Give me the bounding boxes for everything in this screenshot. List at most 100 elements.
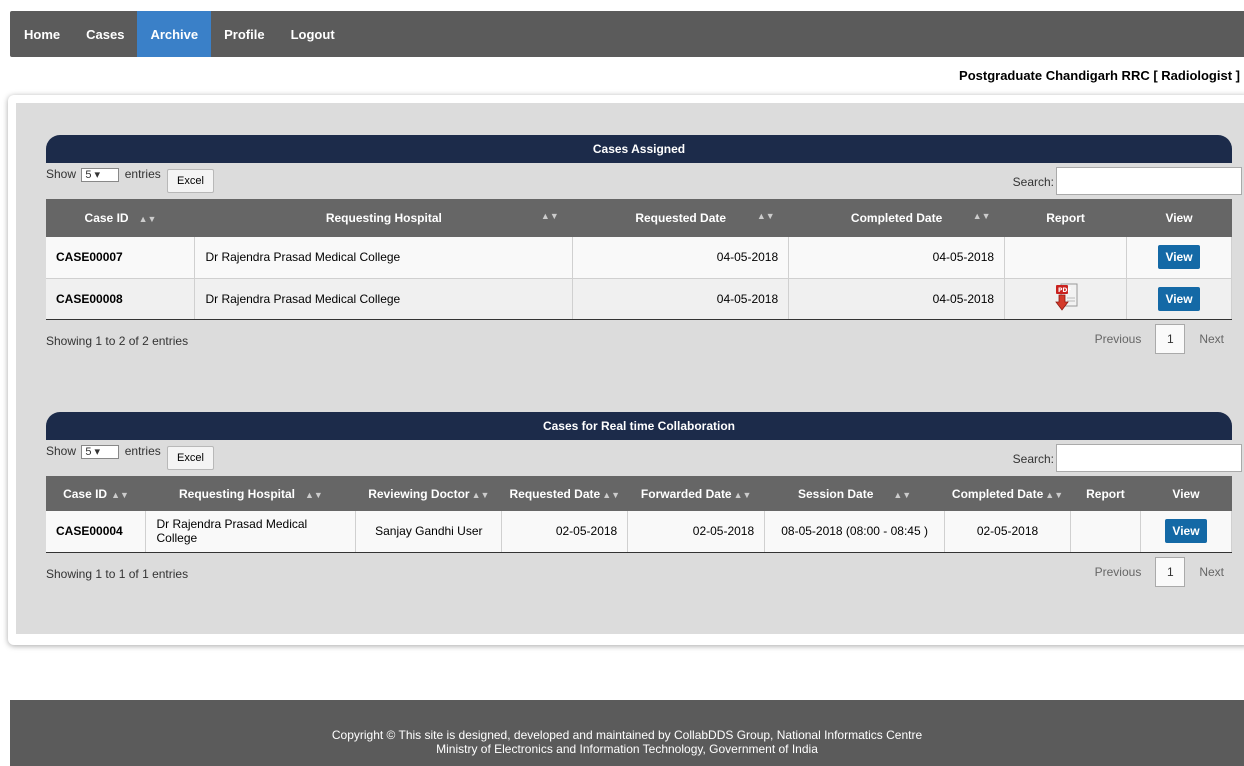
sort-icon: ▲▼	[1045, 489, 1064, 500]
table-footer: Showing 1 to 2 of 2 entries Previous 1 N…	[46, 323, 1242, 360]
header-view: View	[1126, 199, 1232, 237]
cases-assigned-table: Case ID ▲▼ Requesting Hospital ▲▼ Requeste…	[46, 199, 1232, 320]
case-id-cell: CASE00008	[46, 278, 196, 320]
svg-text:PDF: PDF	[1058, 287, 1071, 294]
nav-logout[interactable]: Logout	[278, 11, 348, 57]
header-case-id[interactable]: Case ID ▲▼	[46, 199, 195, 237]
nav-home[interactable]: Home	[10, 11, 73, 57]
sort-icon: ▲▼	[733, 489, 752, 500]
showing-entries-text: Showing 1 to 1 of 1 entries	[46, 566, 189, 581]
header-report: Report	[1070, 476, 1141, 511]
next-page-link[interactable]: Next	[1185, 332, 1238, 346]
entries-label: entries	[124, 444, 161, 458]
header-completed-date[interactable]: Completed Date ▲▼	[944, 476, 1071, 511]
completed-date-cell: 02-05-2018	[944, 511, 1071, 553]
page-1-button[interactable]: 1	[1155, 323, 1186, 354]
copyright-text: Copyright © This site is designed, devel…	[331, 728, 923, 742]
reviewing-doctor-cell: Sanjay Gandhi User	[355, 511, 503, 553]
table-header-row: Case ID ▲▼ Requesting Hospital ▲▼ Reviewin…	[46, 476, 1232, 511]
search-input[interactable]	[1056, 444, 1242, 472]
pdf-download-icon[interactable]: PDF	[1053, 282, 1079, 312]
excel-export-button[interactable]: Excel	[167, 169, 214, 193]
case-id-cell: CASE00007	[46, 237, 196, 279]
top-navbar: Home Cases Archive Profile Logout	[10, 11, 1244, 57]
header-session-date[interactable]: Session Date ▲▼	[764, 476, 945, 511]
session-date-cell: 08-05-2018 (08:00 - 08:45 )	[764, 511, 946, 553]
report-cell: PDF	[1004, 278, 1128, 320]
sort-icon: ▲▼	[111, 489, 129, 500]
requested-date-cell: 04-05-2018	[572, 278, 790, 320]
header-requesting-hospital[interactable]: Requesting Hospital ▲▼	[145, 476, 356, 511]
table-row: CASE00004 Dr Rajendra Prasad Medical Col…	[46, 511, 1233, 553]
pagination: Previous 1 Next	[1081, 323, 1238, 354]
case-id-cell: CASE00004	[46, 511, 147, 553]
requested-date-cell: 04-05-2018	[572, 237, 790, 279]
sort-icon: ▲▼	[138, 214, 157, 224]
sort-icon: ▲▼	[305, 489, 323, 500]
header-report: Report	[1004, 199, 1127, 237]
section-title: Cases for Real time Collaboration	[46, 412, 1232, 440]
table-controls: Show 5 ▾ entries Excel Search:	[46, 163, 1242, 199]
section-title: Cases Assigned	[46, 135, 1232, 163]
completed-date-cell: 04-05-2018	[788, 237, 1006, 279]
report-cell	[1070, 511, 1141, 553]
header-forwarded-date[interactable]: Forwarded Date ▲▼	[627, 476, 765, 511]
search-label: Search:	[1012, 175, 1054, 189]
excel-export-button[interactable]: Excel	[167, 446, 214, 470]
page-1-button[interactable]: 1	[1155, 556, 1186, 587]
pagination: Previous 1 Next	[1081, 556, 1238, 587]
hospital-cell: Dr Rajendra Prasad Medical College	[194, 237, 574, 279]
search-label: Search:	[1012, 452, 1054, 466]
site-footer: Copyright © This site is designed, devel…	[10, 700, 1244, 766]
sort-icon: ▲▼	[756, 211, 775, 221]
show-label: Show	[46, 167, 77, 181]
sort-icon: ▲▼	[471, 489, 490, 500]
table-footer: Showing 1 to 1 of 1 entries Previous 1 N…	[46, 556, 1242, 593]
show-label: Show	[46, 444, 77, 458]
view-cell: View	[1140, 511, 1233, 553]
hospital-cell: Dr Rajendra Prasad Medical College	[194, 278, 574, 320]
user-role-label: Postgraduate Chandigarh RRC [ Radiologis…	[959, 68, 1240, 83]
ministry-text: Ministry of Electronics and Information …	[436, 742, 818, 756]
sort-icon: ▲▼	[602, 489, 621, 500]
view-button[interactable]: View	[1158, 286, 1200, 311]
header-requesting-hospital[interactable]: Requesting Hospital ▲▼	[194, 199, 573, 237]
search-input[interactable]	[1056, 167, 1242, 195]
completed-date-cell: 04-05-2018	[788, 278, 1006, 320]
table-row: CASE00008 Dr Rajendra Prasad Medical Col…	[46, 278, 1232, 320]
table-header-row: Case ID ▲▼ Requesting Hospital ▲▼ Requeste…	[46, 199, 1232, 237]
panel-content: Cases Assigned Show 5 ▾ entries Excel Se…	[16, 103, 1244, 634]
next-page-link[interactable]: Next	[1185, 565, 1238, 579]
forwarded-date-cell: 02-05-2018	[627, 511, 766, 553]
view-button[interactable]: View	[1158, 245, 1200, 270]
showing-entries-text: Showing 1 to 2 of 2 entries	[46, 333, 189, 348]
cases-assigned-section: Cases Assigned Show 5 ▾ entries Excel Se…	[46, 135, 1242, 360]
header-requested-date[interactable]: Requested Date ▲▼	[501, 476, 628, 511]
entries-value: 5	[85, 445, 92, 458]
show-entries: Show 5 ▾ entries	[46, 444, 161, 459]
nav-archive[interactable]: Archive	[137, 11, 212, 57]
sort-icon: ▲▼	[893, 489, 912, 500]
table-controls: Show 5 ▾ entries Excel Search:	[46, 440, 1242, 476]
main-panel: Cases Assigned Show 5 ▾ entries Excel Se…	[8, 95, 1244, 645]
header-case-id[interactable]: Case ID ▲▼	[46, 476, 146, 511]
entries-select[interactable]: 5 ▾	[81, 167, 120, 182]
sort-icon: ▲▼	[972, 211, 991, 221]
header-completed-date[interactable]: Completed Date ▲▼	[788, 199, 1005, 237]
requested-date-cell: 02-05-2018	[501, 511, 629, 553]
sort-icon: ▲▼	[540, 211, 559, 221]
table-row: CASE00007 Dr Rajendra Prasad Medical Col…	[46, 237, 1232, 279]
header-reviewing-doctor[interactable]: Reviewing Doctor ▲▼	[355, 476, 502, 511]
entries-select[interactable]: 5 ▾	[81, 444, 120, 459]
view-button[interactable]: View	[1165, 519, 1207, 544]
nav-cases[interactable]: Cases	[73, 11, 137, 57]
nav-profile[interactable]: Profile	[211, 11, 277, 57]
entries-value: 5	[85, 168, 92, 181]
collaboration-section: Cases for Real time Collaboration Show 5…	[46, 412, 1242, 593]
collaboration-table: Case ID ▲▼ Requesting Hospital ▲▼ Reviewin…	[46, 476, 1233, 553]
previous-page-link[interactable]: Previous	[1081, 332, 1156, 346]
hospital-cell: Dr Rajendra Prasad Medical College	[145, 511, 357, 553]
previous-page-link[interactable]: Previous	[1081, 565, 1156, 579]
view-cell: View	[1126, 237, 1232, 279]
header-requested-date[interactable]: Requested Date ▲▼	[572, 199, 789, 237]
